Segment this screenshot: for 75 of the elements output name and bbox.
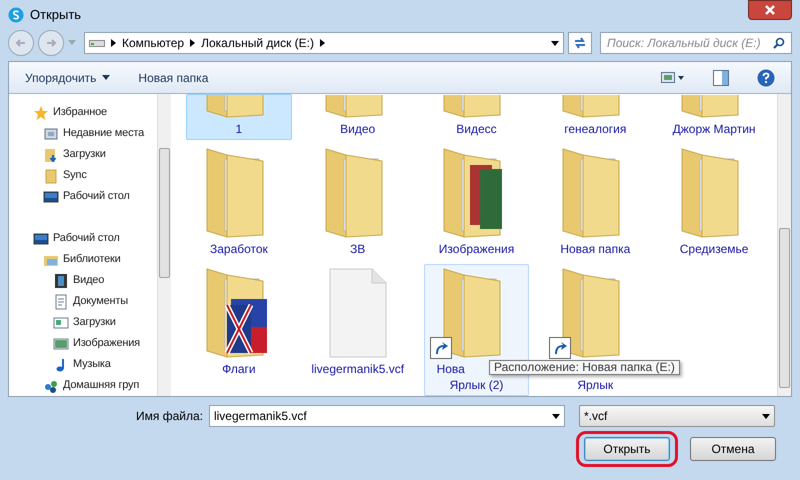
sidebar-item[interactable]: Недавние места <box>63 125 144 142</box>
item-label[interactable]: генеалогия <box>564 121 626 138</box>
item-label[interactable]: Средиземье <box>680 241 748 258</box>
dropdown-caret-icon <box>552 414 560 419</box>
item-label[interactable]: 1 <box>236 121 242 138</box>
dialog-button[interactable]: Отмена <box>690 437 776 462</box>
view-icon[interactable] <box>661 70 685 85</box>
item-label[interactable]: Видесс <box>456 121 497 138</box>
chevron-icon[interactable] <box>320 39 326 48</box>
item-label[interactable]: Ярлык <box>577 377 614 394</box>
sidebar-item[interactable]: Рабочий стол <box>63 188 130 205</box>
video-icon <box>53 272 69 289</box>
address-bar[interactable]: Компьютер Локальный диск (E:) <box>84 32 564 54</box>
item-label[interactable]: ЗВ <box>350 241 366 258</box>
item-label[interactable]: Заработок <box>210 241 268 258</box>
chevron-icon[interactable] <box>190 39 196 48</box>
folder-icon <box>43 168 59 184</box>
scrollbar[interactable] <box>157 94 171 396</box>
new-folder-button[interactable]: Новая папка <box>138 68 208 87</box>
sidebar-item[interactable]: Загрузки <box>63 146 106 163</box>
item-label[interactable]: Джорж Мартин <box>672 121 756 138</box>
document-icon <box>53 294 69 310</box>
item-label[interactable]: Изображения <box>438 241 514 258</box>
sidebar-item[interactable]: Документы <box>73 293 128 310</box>
dropdown-caret-icon <box>762 414 770 419</box>
filename-label: Имя файла: <box>136 408 203 426</box>
desktop-icon <box>33 230 49 247</box>
item-label[interactable]: Новая папка <box>560 241 630 258</box>
filename-field[interactable]: livegermanik5.vcf <box>208 405 565 428</box>
download-folder-icon <box>43 146 59 163</box>
sidebar-item[interactable]: Sync <box>63 167 87 184</box>
desktop-icon <box>43 188 59 205</box>
tooltip: Расположение: Новая папка (E:) <box>489 360 680 376</box>
item-label[interactable]: Ярлык (2) <box>450 377 504 394</box>
sidebar-item[interactable]: Избранное <box>53 104 107 121</box>
caret-icon <box>102 75 110 80</box>
item-label[interactable]: Видео <box>340 121 376 138</box>
forward-arrow-icon <box>45 37 57 50</box>
item-label[interactable]: Флаги <box>222 361 256 378</box>
sidebar-item[interactable]: Библиотеки <box>63 251 121 268</box>
window-title: Открыть <box>30 6 82 24</box>
sidebar-item[interactable]: Домашняя груп <box>63 377 140 394</box>
breadcrumb[interactable]: Локальный диск (E:) <box>201 34 314 52</box>
organize-button[interactable]: Упорядочить <box>25 68 110 87</box>
close-icon <box>765 5 775 15</box>
search-icon <box>773 37 785 50</box>
star-icon <box>33 104 49 121</box>
search-field[interactable]: Поиск: Локальный диск (E:) <box>600 32 792 54</box>
file-item[interactable]: 1 <box>186 94 292 140</box>
breadcrumb[interactable]: Компьютер <box>122 34 184 52</box>
filter-dropdown[interactable]: *.vcf <box>578 405 775 428</box>
pictures-icon <box>53 336 69 352</box>
close-button[interactable] <box>748 0 792 20</box>
downloads-icon <box>53 314 69 331</box>
filename-value: livegermanik5.vcf <box>214 408 308 426</box>
sidebar-item[interactable]: Загрузки <box>73 314 116 331</box>
item-label[interactable]: Нова <box>424 361 465 378</box>
refresh-icon <box>573 36 587 50</box>
item-label[interactable]: livegermanik5.vcf <box>311 361 404 378</box>
caret-icon <box>68 40 76 46</box>
dropdown-caret-icon[interactable] <box>551 40 559 46</box>
sidebar-item[interactable]: Рабочий стол <box>53 230 120 247</box>
sidebar-item[interactable]: Изображения <box>73 335 140 352</box>
dialog-button[interactable]: Открыть <box>584 437 670 462</box>
sidebar-item[interactable]: Видео <box>73 272 104 289</box>
preview-pane-icon[interactable] <box>713 70 729 86</box>
refresh-button[interactable] <box>568 32 592 54</box>
scrollbar[interactable] <box>777 94 791 396</box>
recent-icon <box>43 126 59 142</box>
back-arrow-icon <box>15 37 27 50</box>
app-logo-icon <box>8 6 24 23</box>
sidebar-item[interactable]: Музыка <box>73 356 111 373</box>
help-icon[interactable] <box>757 68 775 87</box>
drive-icon <box>89 38 105 48</box>
chevron-icon[interactable] <box>111 39 116 48</box>
